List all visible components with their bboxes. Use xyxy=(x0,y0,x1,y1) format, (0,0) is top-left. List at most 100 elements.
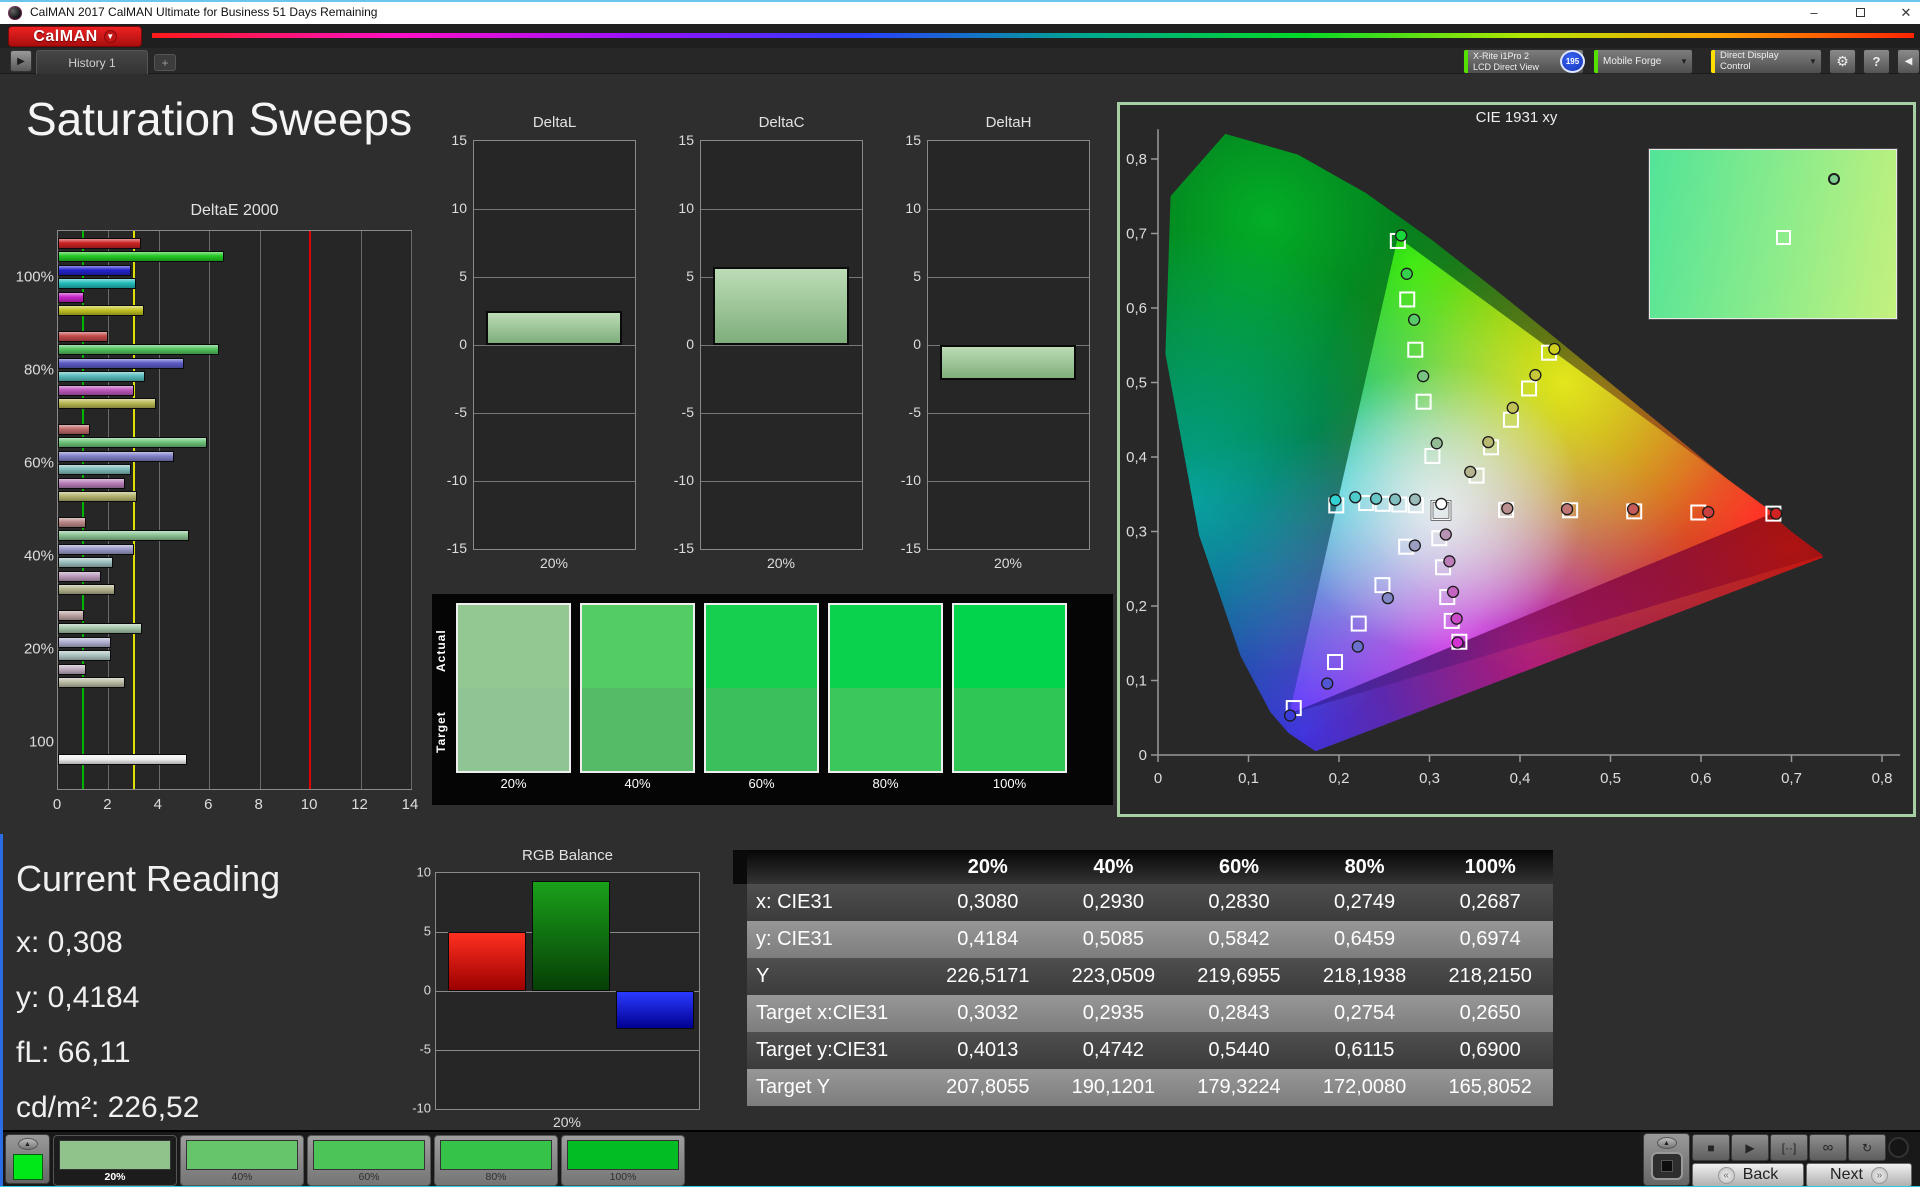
app-icon xyxy=(8,6,22,20)
minimize-button[interactable]: – xyxy=(1806,2,1822,24)
close-button[interactable]: ✕ xyxy=(1898,2,1914,24)
table-cell: 0,5440 xyxy=(1208,1039,1270,1061)
target-color xyxy=(706,688,817,771)
expand-up-button[interactable]: ▲ xyxy=(17,1138,38,1150)
patch-label: 60% xyxy=(358,1171,380,1183)
single-measure-button[interactable]: [··] xyxy=(1770,1134,1808,1161)
delta-y-tick: 10 xyxy=(905,200,921,216)
target-color xyxy=(582,688,693,771)
deltae-bar xyxy=(58,398,157,409)
rgb-y-tick: 10 xyxy=(416,864,431,880)
delta-y-tick: -5 xyxy=(908,404,921,420)
chevron-down-icon: ▼ xyxy=(1809,57,1817,66)
delta-x-label: 20% xyxy=(539,555,569,571)
table-cell: 0,2843 xyxy=(1208,1002,1270,1024)
tab-history-1[interactable]: History 1 xyxy=(36,50,148,74)
help-button[interactable]: ? xyxy=(1863,49,1890,74)
deltae-bar xyxy=(58,384,134,396)
patch-button-80%[interactable]: 80% xyxy=(434,1135,558,1186)
meter-count-badge[interactable]: 195 xyxy=(1560,50,1585,73)
patch-button-40%[interactable]: 40% xyxy=(180,1135,304,1186)
transport-buttons: ■ ▶ [··] ∞ ↻ xyxy=(1692,1134,1886,1161)
patch-button-20%[interactable]: 20% xyxy=(53,1135,177,1186)
add-tab-button[interactable]: + xyxy=(154,54,176,71)
patch-panel-left: ▲ xyxy=(5,1134,50,1184)
table-cell: 172,0080 xyxy=(1322,1076,1407,1098)
svg-text:0,4: 0,4 xyxy=(1510,770,1531,787)
delta-x-label: 20% xyxy=(766,555,796,571)
column-header: 40% xyxy=(1093,855,1134,878)
page-title: Saturation Sweeps xyxy=(26,93,413,145)
chart-title: DeltaC xyxy=(758,114,805,131)
play-icon: ▶ xyxy=(17,55,25,67)
delta-y-tick: -5 xyxy=(454,404,467,420)
display-control-dropdown[interactable]: Direct Display Control ▼ xyxy=(1710,49,1822,74)
table-cell: 0,2754 xyxy=(1333,1002,1396,1024)
table-cell: 0,2830 xyxy=(1208,891,1270,913)
swatch-label: 40% xyxy=(624,776,651,791)
rgb-y-tick: 5 xyxy=(423,923,431,939)
measurement-table: 20% 40% 60% 80% 100% x: CIE31 0,3080 0,2930 0,28… xyxy=(733,850,1553,1106)
deltae-x-tick: 14 xyxy=(401,796,419,813)
chart-title: RGB Balance xyxy=(522,847,613,864)
rgb-x-label: 20% xyxy=(552,1114,582,1130)
swatch-label: 80% xyxy=(872,776,899,791)
chevron-down-icon: ▼ xyxy=(103,30,117,43)
table-cell: 0,2687 xyxy=(1459,891,1521,913)
continuous-button[interactable]: ∞ xyxy=(1809,1134,1847,1161)
deltae-bar xyxy=(58,477,125,489)
deltae-bar xyxy=(58,291,85,303)
table-cell: 0,6974 xyxy=(1459,928,1521,950)
expand-up-button[interactable]: ▲ xyxy=(1656,1137,1677,1149)
deltae-bar xyxy=(58,636,111,648)
deltae-bar xyxy=(58,437,207,449)
chevron-left-icon: « xyxy=(1717,1166,1735,1184)
deltac-chart: DeltaC 15 10 5 0 -5 -10 -15 20% xyxy=(662,112,872,582)
deltae-group-label: 40% xyxy=(23,547,54,564)
patch-color xyxy=(59,1140,171,1170)
deltae-group-label: 20% xyxy=(23,640,54,657)
column-header xyxy=(747,850,925,884)
red-balance-bar xyxy=(448,932,526,991)
table-cell: 0,4013 xyxy=(957,1039,1019,1061)
deltae-group-label: 60% xyxy=(23,454,54,471)
actual-target-swatch xyxy=(952,603,1067,773)
svg-text:0,6: 0,6 xyxy=(1126,300,1147,317)
rgb-balance-chart: RGB Balance 20% 10 5 0 -5 -10 xyxy=(400,845,730,1135)
gear-icon: ⚙ xyxy=(1836,53,1849,69)
brand-bar: CalMAN ▼ xyxy=(0,24,1920,48)
table-row: Target Y 207,8055 190,1201 179,3224 172,0080… xyxy=(747,1069,1553,1106)
patch-button-100%[interactable]: 100% xyxy=(561,1135,685,1186)
source-dropdown[interactable]: Mobile Forge ▼ xyxy=(1593,49,1693,74)
tab-bar: ▶ History 1 + X-Rite i1Pro 2 LCD Direct … xyxy=(0,48,1920,74)
delta-y-tick: 10 xyxy=(678,200,694,216)
deltae-bar xyxy=(58,278,137,290)
settings-button[interactable]: ⚙ xyxy=(1829,49,1856,74)
delta-y-tick: 15 xyxy=(905,132,921,148)
stop-button[interactable]: ■ xyxy=(1692,1134,1730,1161)
actual-color xyxy=(830,605,941,688)
deltae-bar xyxy=(58,424,90,435)
reading-cdm2: cd/m²: 226,52 xyxy=(16,1091,200,1124)
deltah-chart: DeltaH 15 10 5 0 -5 -10 -15 20% xyxy=(889,112,1099,582)
table-cell: 226,5171 xyxy=(946,965,1030,987)
maximize-button[interactable] xyxy=(1852,2,1868,24)
next-button[interactable]: Next » xyxy=(1806,1163,1912,1187)
deltae-bar xyxy=(58,344,220,356)
delta-y-tick: 0 xyxy=(686,336,694,352)
delta-y-tick: -10 xyxy=(673,472,694,488)
swatch-labels: 20% 40% 60% 80% 100% xyxy=(456,776,1089,791)
loop-button[interactable]: ↻ xyxy=(1848,1134,1886,1161)
collapse-panel-button[interactable]: ◀ xyxy=(1897,49,1920,74)
calman-menu-button[interactable]: CalMAN ▼ xyxy=(8,26,142,47)
back-button[interactable]: « Back xyxy=(1692,1163,1804,1187)
patch-color xyxy=(567,1140,679,1170)
deltae-bar xyxy=(58,754,187,765)
actual-color xyxy=(706,605,817,688)
blue-balance-bar xyxy=(616,991,694,1029)
tab-scroll-button[interactable]: ▶ xyxy=(10,50,32,72)
actual-target-swatch xyxy=(580,603,695,773)
play-button[interactable]: ▶ xyxy=(1731,1134,1769,1161)
stop-measure-button[interactable] xyxy=(1650,1152,1683,1180)
patch-button-60%[interactable]: 60% xyxy=(307,1135,431,1186)
